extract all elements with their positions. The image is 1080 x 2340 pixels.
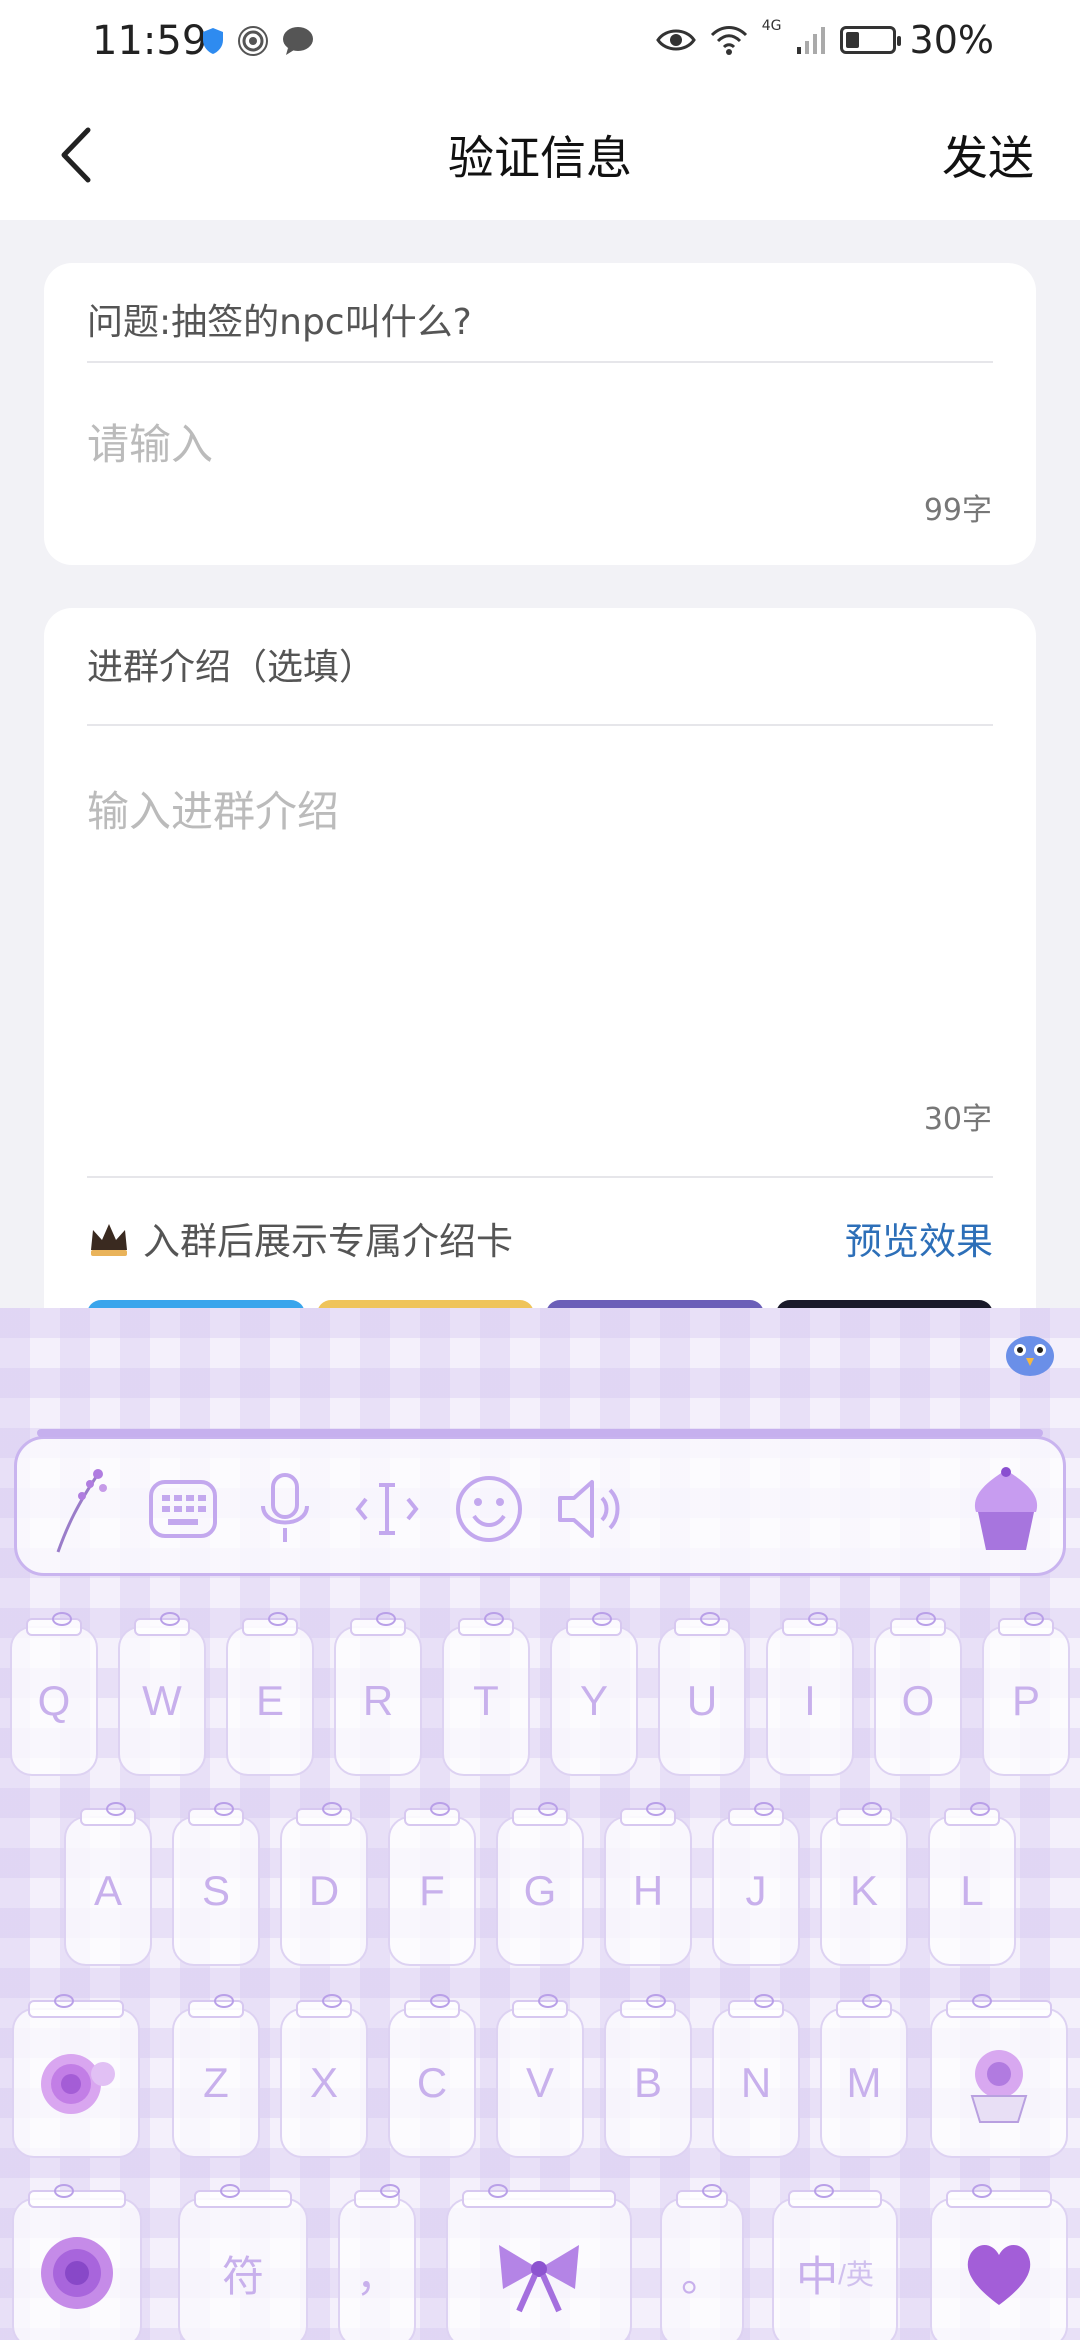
- question-label: 问题:抽签的npc叫什么?: [87, 302, 472, 343]
- soft-keyboard: QWERTYUIOP ASDFGHJKL ZXCVBNM 符 ， 。 中/英: [0, 1308, 1080, 2340]
- feature-text: 入群后展示专属介绍卡: [143, 1220, 513, 1263]
- symbol-key[interactable]: 符: [178, 2184, 308, 2340]
- cursor-icon[interactable]: [347, 1469, 427, 1549]
- key-f[interactable]: F: [388, 1802, 476, 1966]
- divider: [87, 724, 993, 726]
- key-n[interactable]: N: [712, 1994, 800, 2158]
- bird-mascot-icon[interactable]: [1000, 1328, 1060, 1378]
- flower-branch-icon[interactable]: [43, 1469, 123, 1553]
- key-e[interactable]: E: [226, 1612, 314, 1776]
- battery-icon: [839, 26, 901, 54]
- shield-icon: [203, 28, 223, 54]
- battery-percent: 30%: [909, 18, 994, 62]
- key-d[interactable]: D: [280, 1802, 368, 1966]
- signal-icon: [796, 27, 825, 54]
- key-g[interactable]: G: [496, 1802, 584, 1966]
- key-x[interactable]: X: [280, 1994, 368, 2158]
- bow-icon: [499, 2245, 579, 2313]
- settings-rose-key[interactable]: [12, 2184, 142, 2340]
- intro-card-feature-row: 入群后展示专属介绍卡 预览效果: [87, 1208, 993, 1268]
- space-key[interactable]: [446, 2184, 632, 2340]
- preview-effect-link[interactable]: 预览效果: [845, 1211, 993, 1265]
- key-p[interactable]: P: [982, 1612, 1070, 1776]
- key-z[interactable]: Z: [172, 1994, 260, 2158]
- page-title: 验证信息: [448, 131, 632, 185]
- intro-char-counter: 30字: [923, 1102, 992, 1137]
- key-m[interactable]: M: [820, 1994, 908, 2158]
- divider: [87, 1176, 993, 1178]
- status-notification-icons: [202, 26, 314, 56]
- key-r[interactable]: R: [334, 1612, 422, 1776]
- eye-icon: [655, 29, 696, 51]
- purple-rose-icon: [41, 2237, 113, 2309]
- intro-label: 进群介绍（选填）: [87, 647, 376, 688]
- key-i[interactable]: I: [766, 1612, 854, 1776]
- key-v[interactable]: V: [496, 1994, 584, 2158]
- speaker-icon[interactable]: [551, 1469, 631, 1549]
- key-k[interactable]: K: [820, 1802, 908, 1966]
- keyboard-icon[interactable]: [143, 1469, 223, 1549]
- intro-card: 进群介绍（选填） 输入进群介绍 30字 入群后展示专属介绍卡 预览效果: [44, 608, 1036, 1368]
- period-key[interactable]: 。: [660, 2184, 744, 2340]
- network-type-label: 4G: [761, 18, 782, 34]
- rose-icon: [41, 2054, 115, 2114]
- intro-input[interactable]: 输入进群介绍: [87, 778, 339, 839]
- nav-header: 验证信息 发送: [0, 90, 1080, 220]
- crown-icon: [91, 1224, 127, 1256]
- divider: [87, 361, 993, 363]
- message-icon: [283, 27, 313, 55]
- delete-key[interactable]: [930, 1994, 1068, 2158]
- key-b[interactable]: B: [604, 1994, 692, 2158]
- answer-char-counter: 99字: [923, 493, 992, 528]
- key-w[interactable]: W: [118, 1612, 206, 1776]
- status-right-group: 4G 30%: [655, 18, 994, 62]
- shift-key[interactable]: [12, 1994, 140, 2158]
- key-s[interactable]: S: [172, 1802, 260, 1966]
- answer-input[interactable]: 请输入: [87, 411, 213, 472]
- battery-fill: [845, 32, 859, 48]
- comma-key[interactable]: ，: [338, 2184, 416, 2340]
- key-u[interactable]: U: [658, 1612, 746, 1776]
- lang-main-label: 中: [796, 2252, 839, 2300]
- emoji-icon[interactable]: [449, 1469, 529, 1549]
- key-l[interactable]: L: [928, 1802, 1016, 1966]
- hotspot-icon: [238, 26, 268, 56]
- key-a[interactable]: A: [64, 1802, 152, 1966]
- key-q[interactable]: Q: [10, 1612, 98, 1776]
- keyboard-toolbar: [14, 1429, 1066, 1576]
- enter-key[interactable]: [930, 2184, 1068, 2340]
- key-h[interactable]: H: [604, 1802, 692, 1966]
- microphone-icon[interactable]: [245, 1469, 325, 1549]
- send-button[interactable]: 发送: [942, 122, 1034, 188]
- language-switch-key[interactable]: 中/英: [772, 2184, 898, 2340]
- key-j[interactable]: J: [712, 1802, 800, 1966]
- question-card: 问题:抽签的npc叫什么? 请输入 99字: [44, 263, 1036, 565]
- key-c[interactable]: C: [388, 1994, 476, 2158]
- key-y[interactable]: Y: [550, 1612, 638, 1776]
- wifi-icon: [710, 26, 747, 55]
- status-time: 11:59: [92, 18, 208, 64]
- key-o[interactable]: O: [874, 1612, 962, 1776]
- cupcake-icon[interactable]: [961, 1459, 1051, 1559]
- rose-teacup-icon: [970, 2050, 1028, 2123]
- key-t[interactable]: T: [442, 1612, 530, 1776]
- lang-sub-label: /英: [838, 2259, 874, 2290]
- heart-icon: [967, 2244, 1031, 2305]
- status-bar: 11:59 4G 30%: [0, 0, 1080, 90]
